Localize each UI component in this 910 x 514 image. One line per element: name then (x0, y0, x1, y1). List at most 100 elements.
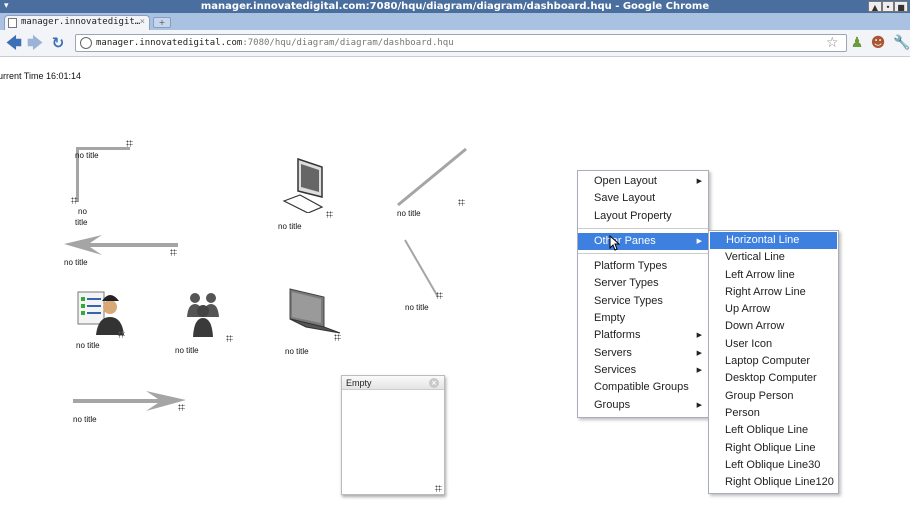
menu-item-other-panes[interactable]: Other Panes ▶ (578, 232, 708, 251)
submenu-item-left-oblique-line30[interactable]: Left Oblique Line30 (709, 457, 838, 474)
globe-icon (80, 37, 92, 49)
widget-label: no title (278, 222, 302, 231)
submenu-item-label: Right Arrow Line (725, 285, 806, 298)
resize-handle-icon[interactable] (71, 197, 78, 204)
submenu-item-left-arrow-line[interactable]: Left Arrow line (709, 267, 838, 284)
empty-panel[interactable]: Empty × (341, 375, 445, 495)
resize-handle-icon[interactable] (458, 199, 465, 206)
new-tab-button[interactable]: + (153, 17, 171, 28)
submenu-item-person[interactable]: Person (709, 405, 838, 422)
submenu-item-right-oblique-line[interactable]: Right Oblique Line (709, 440, 838, 457)
menu-item-label: Service Types (594, 294, 663, 307)
submenu-item-horizontal-line[interactable]: Horizontal Line (710, 232, 837, 250)
resize-handle-icon[interactable] (126, 140, 133, 147)
widget-label: no title (405, 303, 429, 312)
submenu-arrow-icon: ▶ (696, 178, 702, 185)
submenu-item-label: Desktop Computer (725, 372, 817, 385)
submenu-arrow-icon: ▶ (696, 366, 702, 374)
desktop-computer-icon (282, 157, 324, 214)
panel-close-icon[interactable]: × (429, 378, 439, 388)
tab-close-icon[interactable]: × (140, 16, 145, 29)
left-arrow-icon (64, 235, 178, 255)
menu-item-platform-types[interactable]: Platform Types (578, 258, 708, 275)
menu-item-platforms[interactable]: Platforms ▶ (578, 327, 708, 344)
menu-item-label: Compatible Groups (594, 381, 689, 394)
menu-item-label: Open Layout (594, 175, 657, 187)
submenu-item-down-arrow[interactable]: Down Arrow (709, 318, 838, 335)
right-oblique-line-widget[interactable] (394, 145, 474, 215)
menu-item-compatible-groups[interactable]: Compatible Groups (578, 379, 708, 396)
desktop-computer-widget[interactable] (282, 157, 342, 221)
user-icon-widget[interactable] (74, 289, 134, 349)
context-menu: Open Layout ▶ Save Layout Layout Property… (577, 170, 709, 418)
maximize-icon[interactable]: • (882, 1, 894, 12)
submenu-item-right-oblique-line120[interactable]: Right Oblique Line120 (709, 474, 838, 491)
menu-item-groups[interactable]: Groups ▶ (578, 397, 708, 414)
menu-item-server-types[interactable]: Server Types (578, 275, 708, 292)
widget-label: no title (64, 258, 88, 267)
group-person-icon (187, 293, 219, 337)
dashboard-page: urrent Time 16:01:14 no title no title n… (0, 57, 910, 514)
menu-item-save-layout[interactable]: Save Layout (578, 190, 708, 207)
submenu-item-label: Horizontal Line (726, 234, 800, 246)
menu-item-empty[interactable]: Empty (578, 310, 708, 327)
widget-label: no title (175, 346, 199, 355)
laptop-computer-widget[interactable] (284, 285, 348, 345)
submenu-item-laptop-computer[interactable]: Laptop Computer (709, 353, 838, 370)
submenu-item-left-oblique-line[interactable]: Left Oblique Line (709, 422, 838, 439)
extension-person-icon[interactable]: ☻ (870, 35, 886, 51)
window-title: manager.innovatedigital.com:7080/hqu/dia… (200, 1, 710, 12)
minimize-icon[interactable]: ▲ (868, 1, 882, 12)
laptop-computer-icon (289, 288, 341, 334)
submenu-item-label: Group Person (725, 389, 794, 402)
user-icon (77, 291, 124, 335)
address-bar[interactable]: manager.innovatedigital.com:7080/hqu/dia… (75, 34, 847, 52)
resize-handle-icon[interactable] (436, 292, 443, 299)
menu-item-layout-property[interactable]: Layout Property (578, 208, 708, 225)
submenu-item-label: Vertical Line (725, 251, 785, 264)
address-url[interactable]: manager.innovatedigital.com:7080/hqu/dia… (96, 35, 454, 51)
resize-handle-icon[interactable] (170, 249, 177, 256)
widget-label: title (75, 218, 88, 227)
resize-handle-icon[interactable] (118, 331, 125, 338)
submenu-item-vertical-line[interactable]: Vertical Line (709, 249, 838, 266)
submenu-item-user-icon[interactable]: User Icon (709, 336, 838, 353)
submenu-item-desktop-computer[interactable]: Desktop Computer (709, 370, 838, 387)
menu-item-label: Other Panes (594, 234, 656, 247)
menu-item-label: Save Layout (594, 192, 656, 205)
wrench-menu-icon[interactable]: 🔧 (893, 35, 910, 51)
resize-handle-icon[interactable] (326, 211, 333, 218)
menu-item-label: Services (594, 363, 637, 376)
reload-icon[interactable]: ↻ (50, 35, 66, 51)
forward-arrow-icon[interactable]: 🡆 (27, 35, 43, 51)
resize-handle-icon[interactable] (178, 404, 185, 411)
extension-user-icon[interactable]: ♟ (849, 35, 865, 51)
browser-tab[interactable]: manager.innovatedigit… × (4, 15, 150, 30)
submenu-arrow-icon: ▶ (696, 237, 702, 245)
submenu-item-group-person[interactable]: Group Person (709, 388, 838, 405)
back-arrow-icon[interactable]: 🡄 (6, 35, 22, 51)
submenu-item-label: User Icon (725, 337, 773, 350)
group-person-widget[interactable] (183, 289, 243, 349)
resize-handle-icon[interactable] (435, 485, 442, 492)
submenu-item-up-arrow[interactable]: Up Arrow (709, 301, 838, 318)
menu-item-open-layout[interactable]: Open Layout ▶ (578, 173, 708, 190)
resize-handle-icon[interactable] (334, 334, 341, 341)
menu-item-services[interactable]: Services ▶ (578, 362, 708, 379)
close-window-icon[interactable]: ■ (894, 1, 908, 12)
submenu-arrow-icon: ▶ (696, 401, 702, 409)
right-arrow-widget[interactable] (72, 391, 192, 431)
submenu-item-label: Right Oblique Line (725, 441, 816, 454)
resize-handle-icon[interactable] (226, 335, 233, 342)
menu-item-label: Groups (594, 398, 631, 411)
left-arrow-widget[interactable]: no title (62, 235, 182, 275)
url-path: :7080/hqu/diagram/diagram/dashboard.hqu (242, 38, 454, 48)
widget-label: no title (73, 415, 97, 424)
bookmark-star-icon[interactable]: ☆ (826, 36, 839, 50)
corner-line-widget[interactable]: no title (71, 139, 133, 207)
menu-item-service-types[interactable]: Service Types (578, 293, 708, 310)
left-oblique-line-widget[interactable] (402, 237, 446, 301)
submenu-item-right-arrow-line[interactable]: Right Arrow Line (709, 284, 838, 301)
widget-label: no title (76, 341, 100, 350)
menu-item-servers[interactable]: Servers ▶ (578, 345, 708, 362)
